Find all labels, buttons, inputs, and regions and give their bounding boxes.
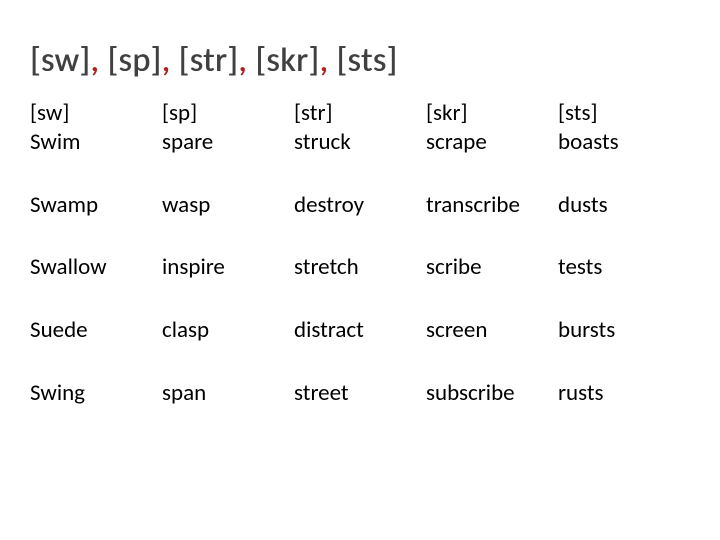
table-cell: street: [294, 379, 426, 442]
table-row: [sw] Swim [sp] spare [str] struck [skr] …: [30, 99, 690, 191]
title-segment: [skr]: [255, 40, 319, 81]
table-cell: screen: [426, 316, 558, 379]
title-separator: ,: [90, 40, 99, 81]
table-cell: subscribe: [426, 379, 558, 442]
word: screen: [426, 316, 487, 344]
table-row: Swing span street subscribe rusts: [30, 379, 690, 442]
title-separator: ,: [161, 40, 170, 81]
title-separator: ,: [238, 40, 247, 81]
table-cell: [str] struck: [294, 99, 426, 191]
table-cell: distract: [294, 316, 426, 379]
word: span: [162, 379, 206, 407]
table-cell: wasp: [162, 191, 294, 254]
words-table: [sw] Swim [sp] spare [str] struck [skr] …: [30, 99, 690, 442]
table-cell: transcribe: [426, 191, 558, 254]
word: scrape: [426, 128, 550, 157]
column-header: [str]: [294, 99, 418, 128]
table-row: Swamp wasp destroy transcribe dusts: [30, 191, 690, 254]
word: Suede: [30, 316, 88, 344]
column-header: [sts]: [558, 99, 682, 128]
word: distract: [294, 316, 364, 344]
column-header: [sp]: [162, 99, 286, 128]
table-cell: clasp: [162, 316, 294, 379]
table-row: Suede clasp distract screen bursts: [30, 316, 690, 379]
word: Swing: [30, 379, 85, 407]
table-row: Swallow inspire stretch scribe tests: [30, 253, 690, 316]
word: inspire: [162, 253, 225, 281]
table-cell: dusts: [558, 191, 690, 254]
slide-title: [sw], [sp], [str], [skr], [sts]: [30, 40, 690, 81]
word: wasp: [162, 191, 210, 219]
word: transcribe: [426, 191, 520, 219]
word: Swallow: [30, 253, 107, 281]
word: tests: [558, 253, 602, 281]
table-cell: rusts: [558, 379, 690, 442]
title-segment: [str]: [179, 40, 239, 81]
table-cell: tests: [558, 253, 690, 316]
title-segment: [sts]: [336, 40, 397, 81]
table-cell: Swing: [30, 379, 162, 442]
table-cell: inspire: [162, 253, 294, 316]
title-segment: [sp]: [107, 40, 161, 81]
slide: [sw], [sp], [str], [skr], [sts] [sw] Swi…: [0, 0, 720, 540]
table-cell: [sts] boasts: [558, 99, 690, 191]
table-cell: Swamp: [30, 191, 162, 254]
word: bursts: [558, 316, 615, 344]
word: dusts: [558, 191, 608, 219]
table-cell: [sp] spare: [162, 99, 294, 191]
word: destroy: [294, 191, 364, 219]
column-header: [sw]: [30, 99, 154, 128]
table-cell: span: [162, 379, 294, 442]
table-cell: destroy: [294, 191, 426, 254]
word: spare: [162, 128, 286, 157]
table-cell: [sw] Swim: [30, 99, 162, 191]
table-cell: bursts: [558, 316, 690, 379]
word: street: [294, 379, 349, 407]
word: boasts: [558, 128, 682, 157]
title-segment: [sw]: [30, 40, 90, 81]
word: Swamp: [30, 191, 98, 219]
word: struck: [294, 128, 418, 157]
title-separator: ,: [319, 40, 328, 81]
word: rusts: [558, 379, 604, 407]
word: Swim: [30, 128, 154, 157]
table-cell: Suede: [30, 316, 162, 379]
word: scribe: [426, 253, 482, 281]
table-cell: scribe: [426, 253, 558, 316]
word: clasp: [162, 316, 209, 344]
word: stretch: [294, 253, 359, 281]
table-cell: stretch: [294, 253, 426, 316]
table-cell: Swallow: [30, 253, 162, 316]
table-cell: [skr] scrape: [426, 99, 558, 191]
column-header: [skr]: [426, 99, 550, 128]
word: subscribe: [426, 379, 515, 407]
